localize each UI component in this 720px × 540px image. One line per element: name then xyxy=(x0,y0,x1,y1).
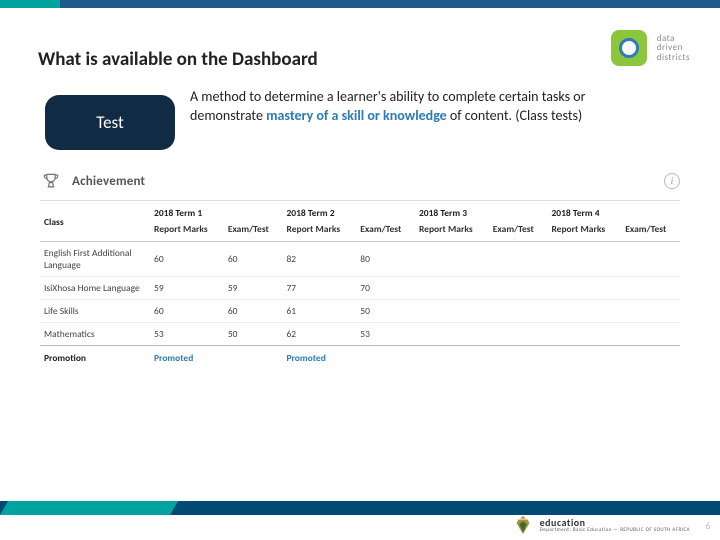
cell: 70 xyxy=(356,277,415,300)
cell: 61 xyxy=(282,300,356,323)
cell: 50 xyxy=(356,300,415,323)
cell: 60 xyxy=(150,242,224,277)
col-term-1: 2018 Term 1 xyxy=(150,201,282,223)
cell: 62 xyxy=(282,323,356,346)
brand-logo-mark xyxy=(611,30,647,66)
cell: 53 xyxy=(356,323,415,346)
achievement-table: Class 2018 Term 1 2018 Term 2 2018 Term … xyxy=(40,201,680,369)
coat-of-arms-icon xyxy=(512,514,534,536)
cell xyxy=(547,277,621,300)
cell: 53 xyxy=(150,323,224,346)
cell-class: IsiXhosa Home Language xyxy=(40,277,150,300)
col-term-2: 2018 Term 2 xyxy=(282,201,414,223)
brand-logo-line3: districts xyxy=(657,53,690,62)
definition-text-after: of content. (Class tests) xyxy=(447,107,583,124)
sub-report-3: Report Marks xyxy=(415,223,489,242)
panel-header: Achievement i xyxy=(40,168,680,201)
promotion-cell xyxy=(415,346,489,370)
cell: 59 xyxy=(224,277,283,300)
page-number: 6 xyxy=(705,521,710,532)
promotion-cell xyxy=(621,346,680,370)
cell xyxy=(415,323,489,346)
cell xyxy=(489,323,548,346)
footer-bar-teal xyxy=(0,501,178,515)
cell xyxy=(621,300,680,323)
cell-class: Life Skills xyxy=(40,300,150,323)
definition-pill-label: Test xyxy=(96,112,123,133)
table-body: English First Additional Language 60 60 … xyxy=(40,242,680,346)
cell xyxy=(621,323,680,346)
table-header-row-terms: Class 2018 Term 1 2018 Term 2 2018 Term … xyxy=(40,201,680,223)
education-logo: education Department: Basic Education — … xyxy=(512,514,690,536)
brand-logo-text: data driven districts xyxy=(657,34,690,62)
sub-report-4: Report Marks xyxy=(547,223,621,242)
brand-logo-inner xyxy=(619,38,639,58)
promotion-label: Promotion xyxy=(40,346,150,370)
promotion-cell xyxy=(224,346,283,370)
col-class: Class xyxy=(40,201,150,242)
brand-logo: data driven districts xyxy=(611,30,690,66)
sub-report-1: Report Marks xyxy=(150,223,224,242)
cell xyxy=(489,277,548,300)
table-row: Mathematics 53 50 62 53 xyxy=(40,323,680,346)
cell xyxy=(547,300,621,323)
cell: 50 xyxy=(224,323,283,346)
cell xyxy=(621,277,680,300)
cell: 60 xyxy=(150,300,224,323)
cell: 77 xyxy=(282,277,356,300)
page-title: What is available on the Dashboard xyxy=(38,48,318,71)
cell: 60 xyxy=(224,300,283,323)
education-text: education Department: Basic Education — … xyxy=(540,518,690,533)
promotion-cell xyxy=(489,346,548,370)
cell xyxy=(489,242,548,277)
definition-pill: Test xyxy=(45,95,175,150)
definition-text: A method to determine a learner's abilit… xyxy=(190,88,640,126)
cell xyxy=(415,300,489,323)
info-icon[interactable]: i xyxy=(664,173,680,189)
promotion-cell xyxy=(547,346,621,370)
cell: 59 xyxy=(150,277,224,300)
col-term-3: 2018 Term 3 xyxy=(415,201,547,223)
table-foot: Promotion Promoted Promoted xyxy=(40,346,680,370)
top-accent-bar xyxy=(0,0,720,8)
sub-exam-1: Exam/Test xyxy=(224,223,283,242)
cell: 82 xyxy=(282,242,356,277)
sub-report-2: Report Marks xyxy=(282,223,356,242)
cell xyxy=(547,323,621,346)
table-row: English First Additional Language 60 60 … xyxy=(40,242,680,277)
sub-exam-2: Exam/Test xyxy=(356,223,415,242)
table-head: Class 2018 Term 1 2018 Term 2 2018 Term … xyxy=(40,201,680,242)
slide-footer: education Department: Basic Education — … xyxy=(0,480,720,540)
cell-class: Mathematics xyxy=(40,323,150,346)
cell xyxy=(415,242,489,277)
cell xyxy=(621,242,680,277)
panel-title: Achievement xyxy=(72,174,145,189)
cell xyxy=(547,242,621,277)
achievement-panel: Achievement i Class 2018 Term 1 2018 Ter… xyxy=(40,168,680,369)
cell: 60 xyxy=(224,242,283,277)
col-term-4: 2018 Term 4 xyxy=(547,201,680,223)
cell xyxy=(415,277,489,300)
promotion-cell: Promoted xyxy=(150,346,224,370)
education-subtitle: Department: Basic Education — REPUBLIC O… xyxy=(540,528,690,533)
cell-class: English First Additional Language xyxy=(40,242,150,277)
cell xyxy=(489,300,548,323)
promotion-cell xyxy=(356,346,415,370)
slide: What is available on the Dashboard data … xyxy=(0,0,720,540)
definition-text-emph: mastery of a skill or knowledge xyxy=(266,107,447,124)
table-row: IsiXhosa Home Language 59 59 77 70 xyxy=(40,277,680,300)
promotion-cell: Promoted xyxy=(282,346,356,370)
sub-exam-4: Exam/Test xyxy=(621,223,680,242)
promotion-row: Promotion Promoted Promoted xyxy=(40,346,680,370)
sub-exam-3: Exam/Test xyxy=(489,223,548,242)
top-accent-teal xyxy=(0,0,60,8)
trophy-icon xyxy=(40,170,62,192)
cell: 80 xyxy=(356,242,415,277)
education-title: education xyxy=(540,518,690,528)
table-row: Life Skills 60 60 61 50 xyxy=(40,300,680,323)
